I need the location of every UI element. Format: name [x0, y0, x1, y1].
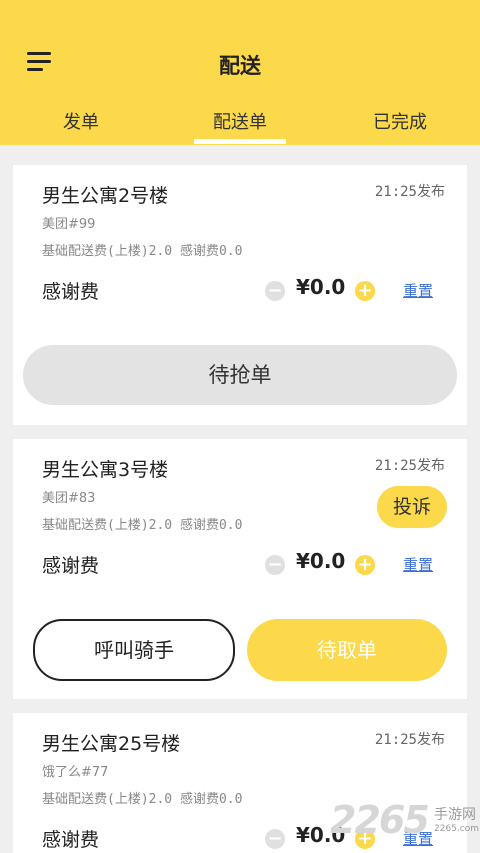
awaiting-pickup-button[interactable]: 待取单 — [247, 619, 447, 681]
call-rider-button[interactable]: 呼叫骑手 — [33, 619, 235, 681]
complain-button[interactable]: 投诉 — [377, 486, 447, 528]
thanks-fee-label: 感谢费 — [42, 281, 100, 303]
tab-post-order[interactable]: 发单 — [11, 108, 151, 134]
watermark-logo-number: 2265 — [330, 798, 430, 842]
building-name: 男生公寓2号楼 — [42, 185, 169, 207]
fee-breakdown: 基础配送费(上楼)2.0 感谢费0.0 — [42, 518, 243, 533]
thanks-fee-label: 感谢费 — [42, 829, 100, 851]
order-card: 男生公寓3号楼 21:25发布 美团#83 基础配送费(上楼)2.0 感谢费0.… — [13, 439, 467, 699]
reset-link[interactable]: 重置 — [403, 554, 433, 575]
order-card: 男生公寓2号楼 21:25发布 美团#99 基础配送费(上楼)2.0 感谢费0.… — [13, 165, 467, 425]
reset-link[interactable]: 重置 — [403, 280, 433, 301]
thanks-fee-label: 感谢费 — [42, 555, 100, 577]
decrease-fee-button[interactable]: − — [265, 829, 285, 849]
store-order-number: 美团#83 — [42, 491, 96, 506]
tab-completed[interactable]: 已完成 — [330, 108, 470, 134]
store-order-number: 饿了么#77 — [42, 765, 109, 780]
watermark-url: 2265.com — [434, 824, 479, 834]
fee-breakdown: 基础配送费(上楼)2.0 感谢费0.0 — [42, 244, 243, 259]
increase-fee-button[interactable]: + — [355, 281, 375, 301]
building-name: 男生公寓25号楼 — [42, 733, 181, 755]
building-name: 男生公寓3号楼 — [42, 459, 169, 481]
site-watermark: 2265 手游网 2265.com — [330, 796, 480, 850]
page-title: 配送 — [219, 54, 261, 78]
awaiting-grab-button[interactable]: 待抢单 — [23, 345, 457, 405]
decrease-fee-button[interactable]: − — [265, 555, 285, 575]
active-tab-indicator — [194, 139, 286, 144]
tab-delivery-orders[interactable]: 配送单 — [170, 108, 310, 134]
publish-time: 21:25发布 — [374, 732, 445, 748]
fee-breakdown: 基础配送费(上楼)2.0 感谢费0.0 — [42, 792, 243, 807]
store-order-number: 美团#99 — [42, 217, 96, 232]
publish-time: 21:25发布 — [374, 184, 445, 200]
decrease-fee-button[interactable]: − — [265, 281, 285, 301]
watermark-site-name: 手游网 — [434, 807, 476, 823]
thanks-fee-amount: ¥0.0 — [296, 275, 346, 299]
app-header: 配送 发单 配送单 已完成 — [0, 0, 480, 145]
increase-fee-button[interactable]: + — [355, 555, 375, 575]
publish-time: 21:25发布 — [374, 458, 445, 474]
thanks-fee-amount: ¥0.0 — [296, 549, 346, 573]
